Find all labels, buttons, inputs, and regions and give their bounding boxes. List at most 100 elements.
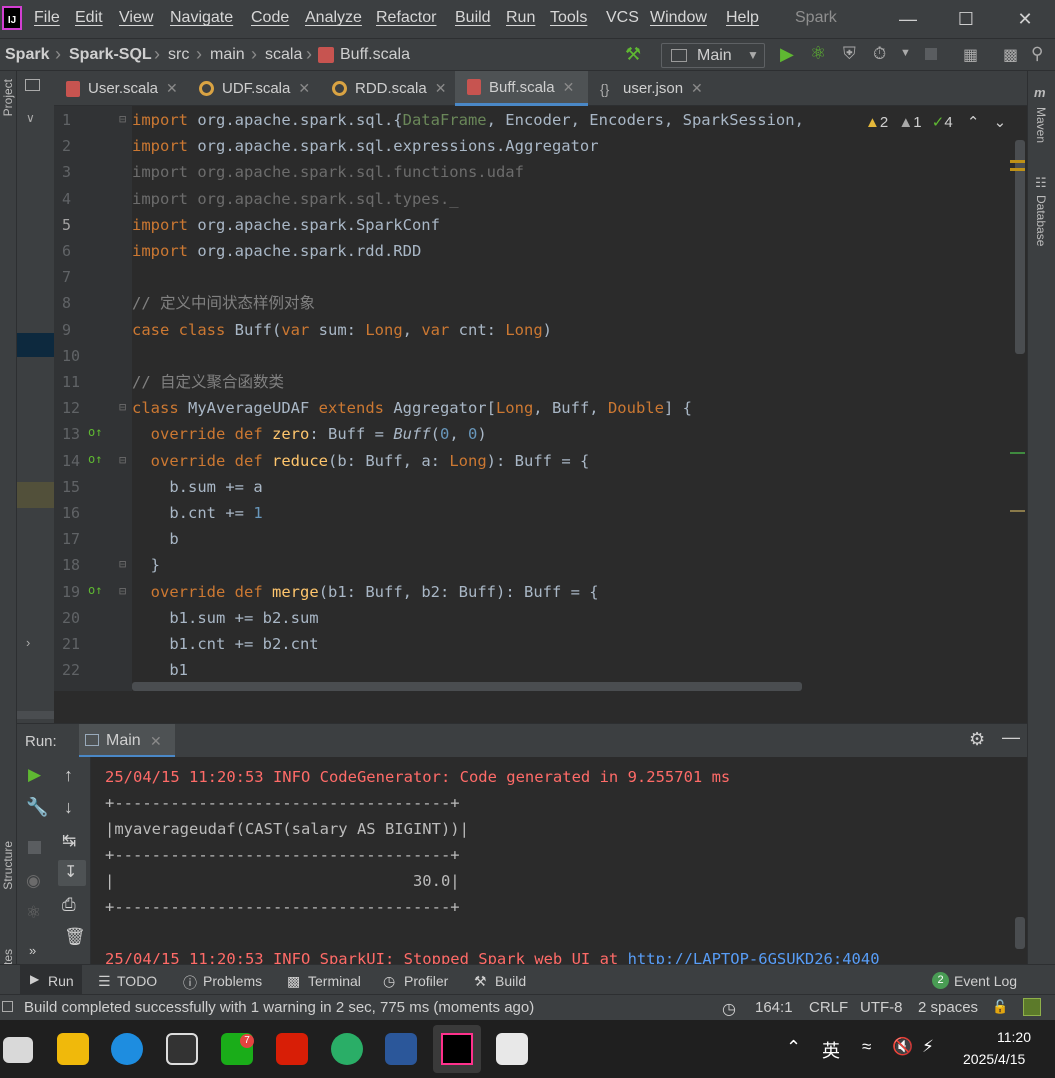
selected-tree-row[interactable] <box>17 333 54 357</box>
print-icon[interactable]: ⎙ <box>62 895 76 915</box>
stop-icon[interactable] <box>925 48 937 60</box>
structure-tool-label[interactable]: Structure <box>1 841 15 890</box>
chevron-down-icon[interactable]: ∨ <box>26 111 35 125</box>
word-icon[interactable] <box>385 1033 417 1065</box>
horizontal-scrollbar[interactable] <box>17 711 54 719</box>
override-marker-icon[interactable]: o↑ <box>88 583 102 597</box>
menu-run[interactable]: Run <box>506 9 535 27</box>
menu-window[interactable]: Window <box>650 9 707 27</box>
breadcrumb-scala[interactable]: scala <box>265 46 302 64</box>
project-pane-collapsed[interactable]: ∨ › <box>17 71 54 723</box>
notifications-icon[interactable] <box>1023 998 1041 1016</box>
close-tab-icon[interactable]: ✕ <box>435 80 447 97</box>
menu-edit[interactable]: Edit <box>75 9 103 27</box>
run-console-output[interactable]: 25/04/15 11:20:53 INFO CodeGenerator: Co… <box>91 757 1027 964</box>
change-marker[interactable] <box>1010 510 1025 512</box>
tab-udf-scala[interactable]: UDF.scala ✕ <box>187 71 320 106</box>
menu-analyze[interactable]: Analyze <box>305 9 362 27</box>
tool-run[interactable]: ▶ Run <box>20 965 82 995</box>
menu-view[interactable]: View <box>119 9 153 27</box>
next-highlight-icon[interactable]: ⌄ <box>994 114 1007 131</box>
run-icon[interactable]: ▶ <box>780 44 794 65</box>
tab-rdd-scala[interactable]: RDD.scala ✕ <box>320 71 455 106</box>
camera-icon[interactable]: ◉ <box>26 871 41 891</box>
clock-date[interactable]: 2025/4/15 <box>963 1051 1025 1067</box>
editor-vertical-scrollbar[interactable] <box>1015 140 1025 354</box>
close-tab-icon[interactable]: ✕ <box>691 80 703 97</box>
inspection-widget[interactable]: ▲2 ▲1 ✓4 ⌃ ⌄ <box>865 113 1006 131</box>
tool-profiler[interactable]: Profiler <box>404 973 448 989</box>
breadcrumb-file[interactable]: Buff.scala <box>340 46 410 64</box>
tab-user-scala[interactable]: User.scala ✕ <box>54 71 187 106</box>
maximize-icon[interactable]: ☐ <box>951 6 981 32</box>
warning-marker[interactable] <box>1010 168 1025 171</box>
code-editor[interactable]: import org.apache.spark.sql.{DataFrame, … <box>132 106 1012 691</box>
file-encoding[interactable]: UTF-8 <box>860 999 903 1016</box>
close-tab-icon[interactable]: ✕ <box>298 80 310 97</box>
breadcrumb-main[interactable]: main <box>210 46 245 64</box>
file-explorer-icon[interactable] <box>57 1033 89 1065</box>
fold-icon[interactable]: ⊟ <box>119 453 126 467</box>
debug-icon[interactable]: ⚛ <box>26 903 41 923</box>
menu-file[interactable]: File <box>34 9 60 27</box>
menu-build[interactable]: Build <box>455 9 491 27</box>
database-icon[interactable]: ☷ <box>1035 175 1047 191</box>
search-everywhere-icon[interactable]: ⚲ <box>1031 44 1043 64</box>
highlighted-tree-row[interactable] <box>17 482 54 508</box>
build-hammer-icon[interactable]: ⚒ <box>625 44 641 65</box>
fold-icon[interactable]: ⊟ <box>119 112 126 126</box>
change-marker[interactable] <box>1010 452 1025 454</box>
scroll-to-end-button[interactable]: ↧ <box>58 860 86 886</box>
arrow-down-icon[interactable]: ↓ <box>64 797 73 818</box>
indent-setting[interactable]: 2 spaces <box>918 999 978 1016</box>
line-separator[interactable]: CRLF <box>809 999 848 1016</box>
menu-vcs[interactable]: VCS <box>606 9 639 27</box>
close-window-icon[interactable]: ✕ <box>1010 6 1040 32</box>
caret-position[interactable]: 164:1 <box>755 999 793 1016</box>
menu-help[interactable]: Help <box>726 9 759 27</box>
tool-event-log[interactable]: Event Log <box>954 973 1017 989</box>
coverage-icon[interactable]: ⛨ <box>843 44 856 64</box>
chevron-right-icon[interactable]: › <box>26 635 30 650</box>
rerun-icon[interactable]: ▶ <box>28 765 41 785</box>
tray-chevron-up-icon[interactable]: ⌃ <box>786 1037 801 1058</box>
wps-office-icon[interactable] <box>276 1033 308 1065</box>
clock-time[interactable]: 11:20 <box>997 1029 1031 1045</box>
console-scrollbar[interactable] <box>1015 917 1025 949</box>
wrench-icon[interactable]: 🔧 <box>26 797 48 818</box>
breadcrumb-src[interactable]: src <box>168 46 189 64</box>
fold-icon[interactable]: ⊟ <box>119 584 126 598</box>
menu-tools[interactable]: Tools <box>550 9 587 27</box>
edge-browser-icon[interactable] <box>111 1033 143 1065</box>
soft-wrap-icon[interactable]: ↹ <box>62 831 76 851</box>
warning-marker[interactable] <box>1010 160 1025 163</box>
status-message[interactable]: Build completed successfully with 1 warn… <box>24 999 534 1016</box>
maven-tool-label[interactable]: Maven <box>1034 107 1048 143</box>
ime-indicator[interactable]: 英 <box>822 1037 840 1063</box>
stop-icon[interactable] <box>28 841 41 854</box>
tool-build[interactable]: Build <box>495 973 526 989</box>
more-icon[interactable]: » <box>29 943 36 958</box>
project-structure-icon[interactable]: ▦ <box>963 45 978 65</box>
run-configuration-select[interactable]: Main ▼ <box>661 43 765 68</box>
fold-icon[interactable]: ⊟ <box>119 400 126 414</box>
tool-problems[interactable]: Problems <box>203 973 262 989</box>
tool-todo[interactable]: TODO <box>117 973 157 989</box>
spark-ui-link[interactable]: http://LAPTOP-6GSUKD26:4040 <box>628 950 880 964</box>
override-marker-icon[interactable]: o↑ <box>88 452 102 466</box>
profile-icon[interactable]: ⏱ <box>873 44 886 64</box>
lock-icon[interactable]: 🔓 <box>992 999 1008 1015</box>
more-run-options-icon[interactable]: ▼ <box>900 47 911 59</box>
minimize-icon[interactable]: — <box>893 6 923 32</box>
database-tool-label[interactable]: Database <box>1034 195 1048 246</box>
wifi-icon[interactable]: ≈ <box>862 1037 871 1057</box>
trash-icon[interactable]: 🗑 <box>64 927 86 947</box>
battery-icon[interactable]: ⚡ <box>922 1037 934 1057</box>
breadcrumb-module[interactable]: Spark-SQL <box>69 46 152 64</box>
terminal-toolbar-icon[interactable]: ▩ <box>1003 45 1018 65</box>
tool-terminal[interactable]: Terminal <box>308 973 361 989</box>
clock-icon[interactable]: ◷ <box>722 999 736 1019</box>
close-tab-icon[interactable]: ✕ <box>166 80 178 97</box>
fold-icon[interactable]: ⊟ <box>119 557 126 571</box>
breadcrumb-project[interactable]: Spark <box>5 46 49 64</box>
